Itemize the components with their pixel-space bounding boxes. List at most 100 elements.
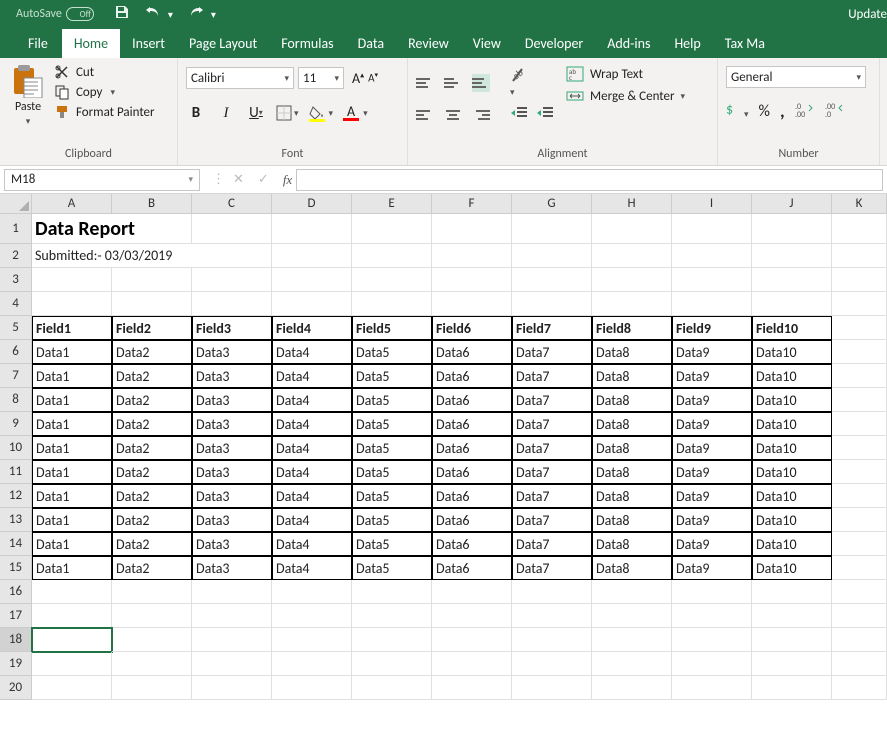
decrease-decimal-icon[interactable]: .00.0 (825, 101, 845, 121)
row-header[interactable]: 18 (0, 628, 32, 652)
table-cell[interactable]: Data4 (272, 460, 352, 484)
cell[interactable] (32, 628, 112, 652)
cell[interactable] (192, 676, 272, 700)
row-header[interactable]: 5 (0, 316, 32, 340)
table-cell[interactable]: Data5 (352, 508, 432, 532)
table-cell[interactable]: Data3 (192, 364, 272, 388)
borders-button[interactable]: ▾ (276, 105, 299, 121)
cell[interactable] (832, 484, 887, 508)
cell[interactable] (832, 412, 887, 436)
table-cell[interactable]: Data10 (752, 556, 832, 580)
table-cell[interactable]: Data3 (192, 340, 272, 364)
table-cell[interactable]: Data2 (112, 412, 192, 436)
cell[interactable] (432, 214, 512, 244)
cell[interactable] (672, 214, 752, 244)
table-cell[interactable]: Data4 (272, 508, 352, 532)
table-cell[interactable]: Data7 (512, 556, 592, 580)
cell[interactable] (752, 604, 832, 628)
table-cell[interactable]: Data6 (432, 388, 512, 412)
col-header[interactable]: D (272, 194, 352, 214)
cell[interactable] (832, 292, 887, 316)
cell[interactable] (352, 268, 432, 292)
table-cell[interactable]: Data7 (512, 412, 592, 436)
cell[interactable] (112, 652, 192, 676)
cell[interactable] (112, 268, 192, 292)
cell[interactable] (672, 244, 752, 268)
tab-view[interactable]: View (461, 29, 513, 58)
row-header[interactable]: 17 (0, 604, 32, 628)
table-cell[interactable]: Data6 (432, 508, 512, 532)
cell[interactable] (192, 268, 272, 292)
submitted-text[interactable]: Submitted:- 03/03/2019 (32, 244, 272, 268)
table-cell[interactable]: Data3 (192, 388, 272, 412)
table-cell[interactable]: Data3 (192, 460, 272, 484)
cell[interactable] (672, 268, 752, 292)
cell[interactable] (832, 652, 887, 676)
cell[interactable] (112, 676, 192, 700)
table-cell[interactable]: Data2 (112, 388, 192, 412)
row-header[interactable]: 7 (0, 364, 32, 388)
cell[interactable] (832, 364, 887, 388)
cell[interactable] (432, 676, 512, 700)
table-cell[interactable]: Data5 (352, 556, 432, 580)
cell[interactable] (672, 628, 752, 652)
row-header[interactable]: 20 (0, 676, 32, 700)
formula-input[interactable] (296, 169, 883, 191)
row-header[interactable]: 9 (0, 412, 32, 436)
table-cell[interactable]: Data10 (752, 388, 832, 412)
save-icon[interactable] (114, 4, 130, 24)
cell[interactable] (32, 292, 112, 316)
table-cell[interactable]: Data9 (672, 388, 752, 412)
table-cell[interactable]: Data10 (752, 340, 832, 364)
col-header[interactable]: A (32, 194, 112, 214)
number-format-combo[interactable]: General ▾ (726, 66, 866, 88)
table-cell[interactable]: Data7 (512, 364, 592, 388)
table-cell[interactable]: Data4 (272, 364, 352, 388)
col-header[interactable]: K (832, 194, 887, 214)
col-header[interactable]: J (752, 194, 832, 214)
table-cell[interactable]: Data9 (672, 340, 752, 364)
table-cell[interactable]: Data7 (512, 532, 592, 556)
table-cell[interactable]: Data5 (352, 364, 432, 388)
table-cell[interactable]: Data2 (112, 460, 192, 484)
cell[interactable] (512, 676, 592, 700)
table-cell[interactable]: Data9 (672, 460, 752, 484)
cell[interactable] (352, 676, 432, 700)
table-cell[interactable]: Data5 (352, 412, 432, 436)
tab-help[interactable]: Help (662, 29, 712, 58)
cell[interactable] (672, 652, 752, 676)
cell[interactable] (272, 628, 352, 652)
table-cell[interactable]: Data7 (512, 436, 592, 460)
table-cell[interactable]: Data3 (192, 484, 272, 508)
table-cell[interactable]: Data8 (592, 388, 672, 412)
table-header[interactable]: Field10 (752, 316, 832, 340)
fill-color-button[interactable] (309, 105, 325, 122)
table-cell[interactable]: Data7 (512, 508, 592, 532)
align-left-icon[interactable] (416, 106, 434, 124)
table-cell[interactable]: Data10 (752, 364, 832, 388)
tab-insert[interactable]: Insert (120, 29, 177, 58)
qat-customize-icon[interactable]: ▾ (211, 8, 216, 21)
table-cell[interactable]: Data2 (112, 556, 192, 580)
cell[interactable] (32, 268, 112, 292)
table-cell[interactable]: Data6 (432, 532, 512, 556)
table-header[interactable]: Field2 (112, 316, 192, 340)
cell[interactable] (832, 676, 887, 700)
cell[interactable] (272, 676, 352, 700)
table-cell[interactable]: Data3 (192, 532, 272, 556)
cell[interactable] (192, 214, 272, 244)
table-cell[interactable]: Data8 (592, 436, 672, 460)
cell[interactable] (352, 604, 432, 628)
cell[interactable] (32, 580, 112, 604)
cell[interactable] (832, 436, 887, 460)
table-cell[interactable]: Data8 (592, 364, 672, 388)
table-cell[interactable]: Data5 (352, 484, 432, 508)
cell[interactable] (32, 676, 112, 700)
cell[interactable] (592, 214, 672, 244)
cell[interactable] (512, 604, 592, 628)
cell[interactable] (832, 532, 887, 556)
font-name-combo[interactable]: Calibri ▾ (186, 67, 294, 89)
cell[interactable] (112, 628, 192, 652)
tab-home[interactable]: Home (62, 29, 120, 58)
cell[interactable] (752, 268, 832, 292)
